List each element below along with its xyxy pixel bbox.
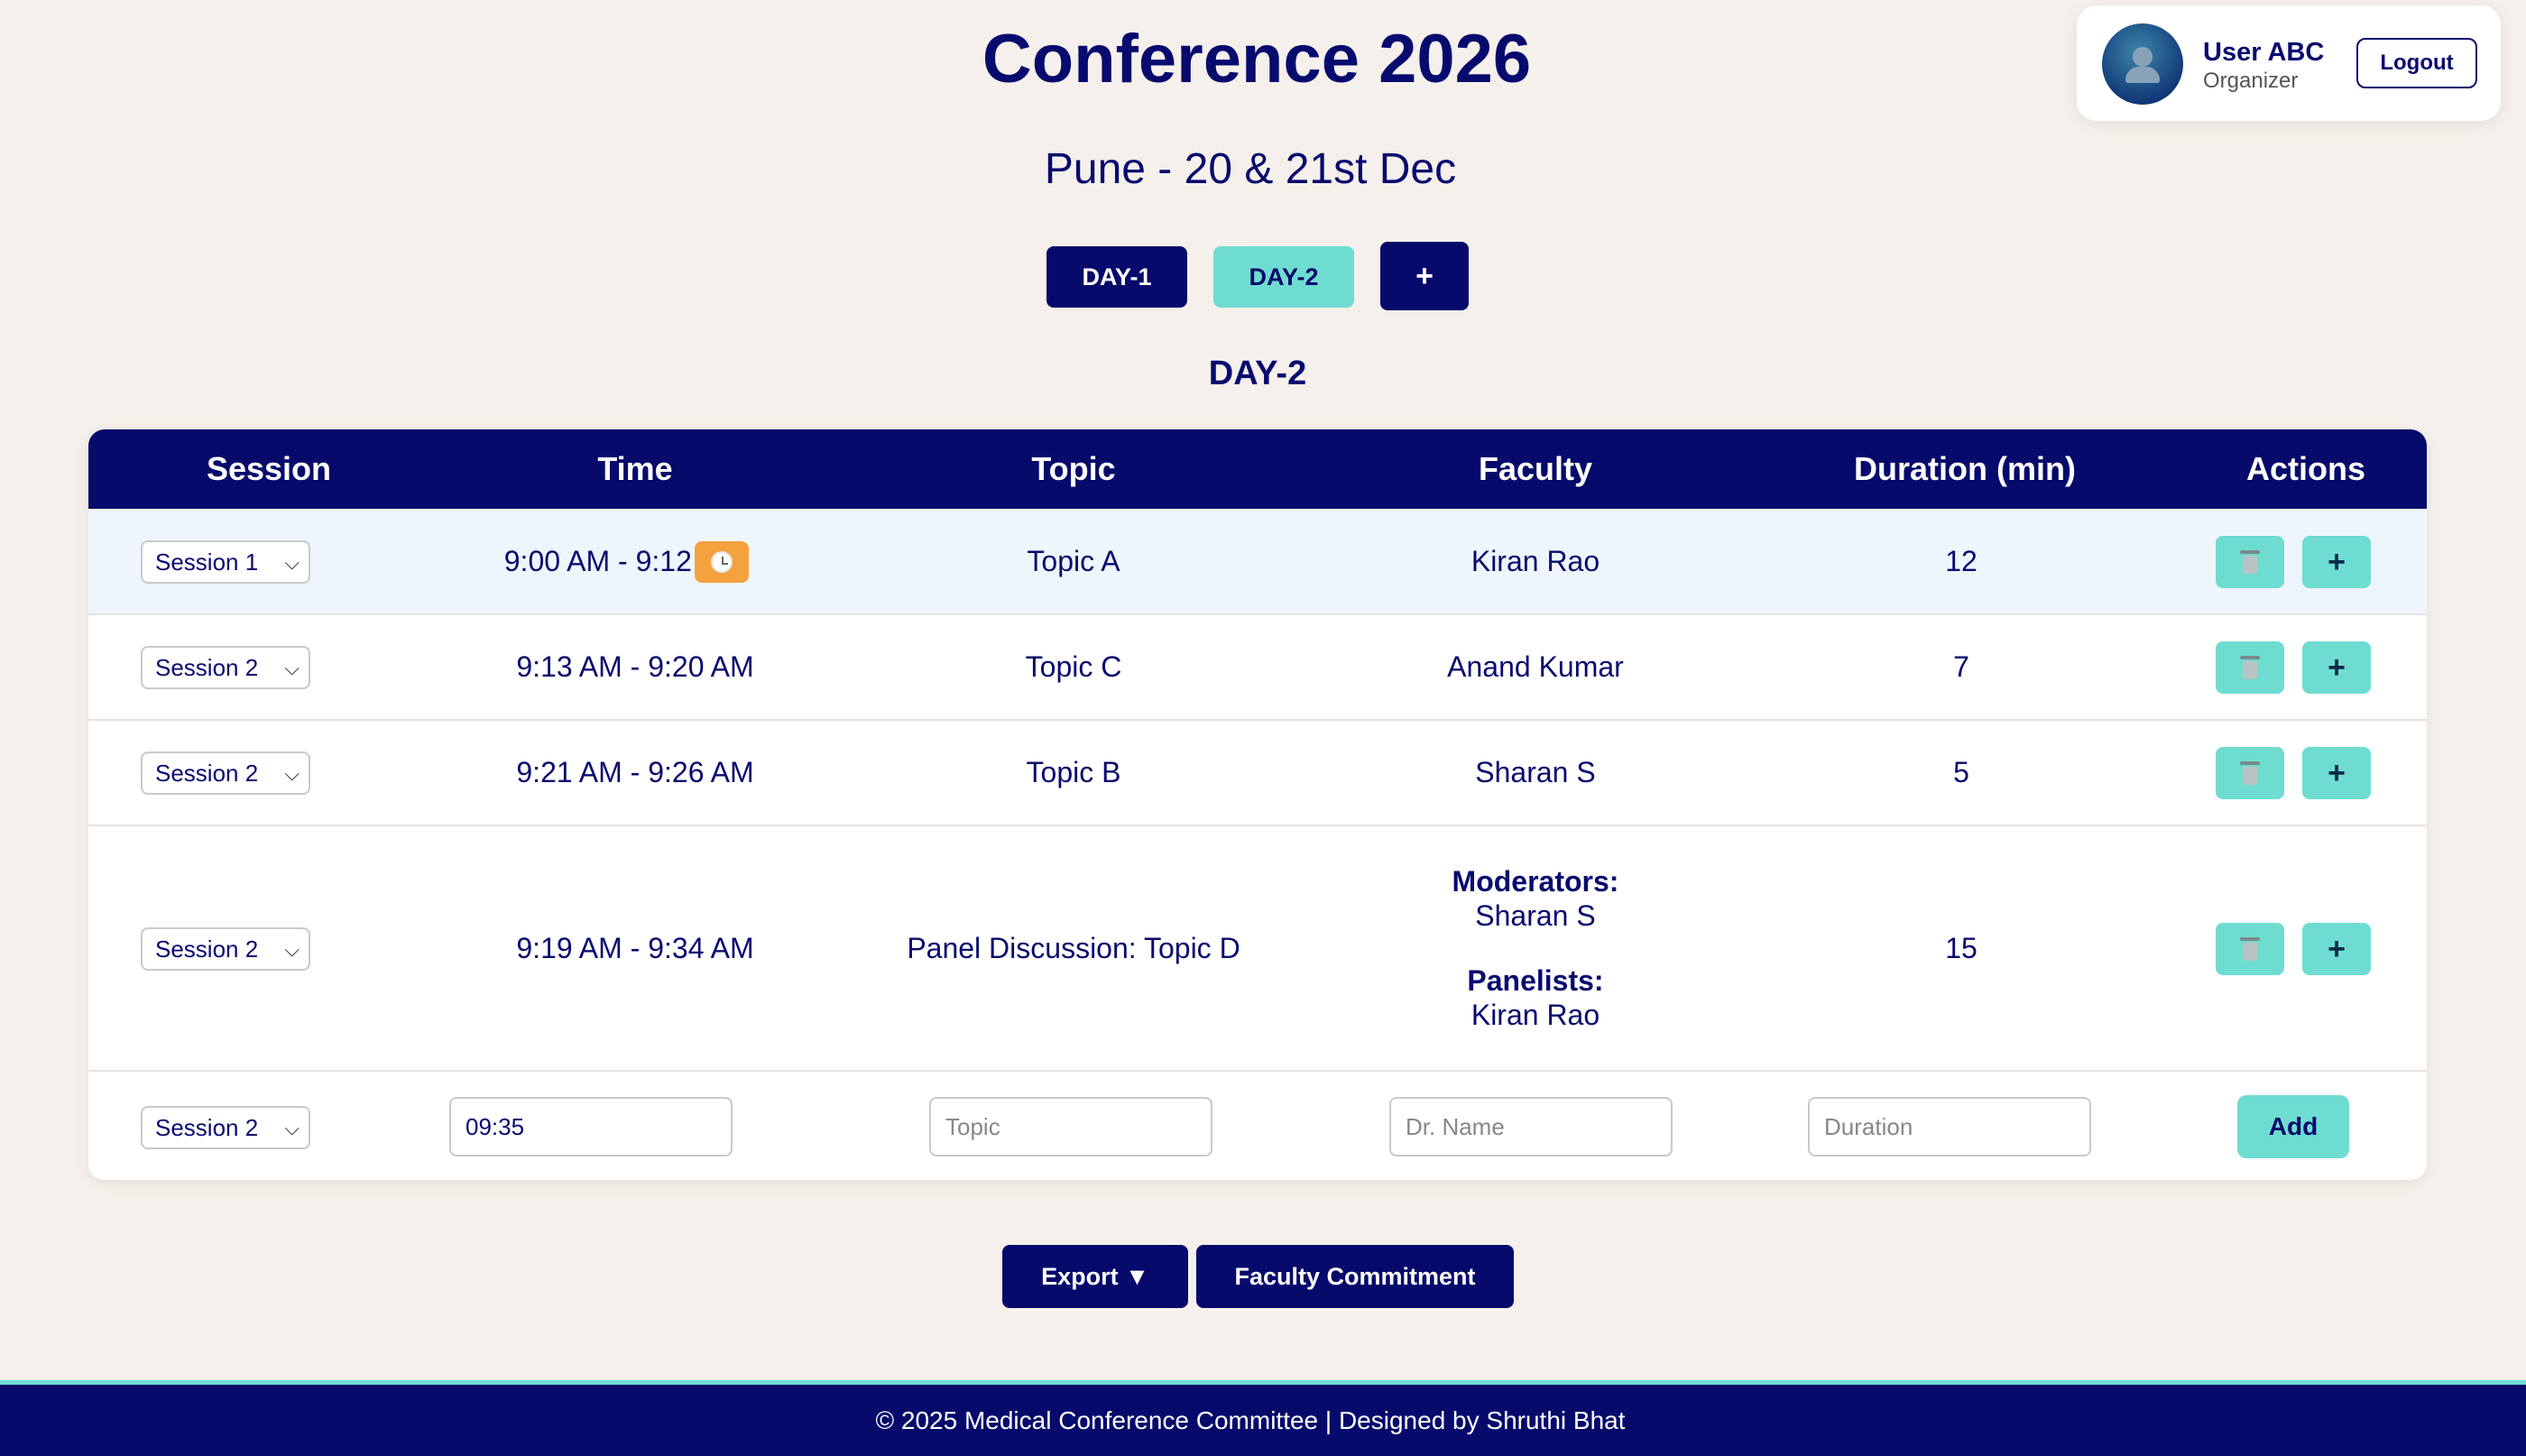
time-cell: 9:19 AM - 9:34 AM — [516, 931, 754, 964]
column-header-duration: Duration (min) — [1854, 450, 2076, 487]
table-row: Session 2 ⌵ 9:19 AM - 9:34 AM Panel Disc… — [88, 826, 2427, 1072]
logout-button[interactable]: Logout — [2356, 38, 2477, 88]
session-select[interactable]: Session 2 ⌵ — [141, 751, 310, 795]
session-select-value: Session 1 — [155, 548, 259, 576]
session-select-value: Session 2 — [155, 1113, 259, 1141]
column-header-faculty: Faculty — [1478, 450, 1593, 487]
chevron-down-icon: ⌵ — [284, 551, 300, 574]
chevron-down-icon: ⌵ — [284, 1117, 300, 1139]
add-day-button[interactable]: + — [1380, 242, 1469, 310]
faculty-cell: Sharan S — [1475, 756, 1596, 788]
duration-cell: 7 — [1953, 650, 1969, 683]
session-select[interactable]: Session 2 ⌵ — [141, 1106, 310, 1149]
time-cell: 9:13 AM - 9:20 AM — [516, 650, 754, 683]
delete-button[interactable] — [2216, 536, 2284, 588]
duration-input[interactable] — [1808, 1097, 2091, 1157]
time-input[interactable] — [449, 1097, 733, 1157]
faculty-cell: Moderators: Sharan S Panelists: Kiran Ra… — [1326, 826, 1745, 1070]
column-header-actions: Actions — [2245, 450, 2365, 487]
tab-day-2[interactable]: DAY-2 — [1213, 246, 1354, 308]
faculty-cell: Anand Kumar — [1447, 650, 1624, 683]
faculty-input[interactable] — [1389, 1097, 1673, 1157]
insert-row-button[interactable]: + — [2302, 536, 2371, 588]
insert-row-button[interactable]: + — [2302, 923, 2371, 975]
page-subtitle: Pune - 20 & 21st Dec — [1044, 145, 1457, 193]
session-select-value: Session 2 — [155, 759, 259, 787]
table-row: Session 2 ⌵ 9:21 AM - 9:26 AM Topic B Sh… — [88, 721, 2427, 826]
moderators-label: Moderators: — [1452, 865, 1619, 898]
trash-icon — [2240, 761, 2260, 785]
avatar — [2102, 23, 2183, 105]
session-select-value: Session 2 — [155, 935, 259, 963]
clock-button[interactable] — [695, 541, 749, 583]
duration-cell: 15 — [1945, 931, 1977, 964]
faculty-commitment-button[interactable]: Faculty Commitment — [1196, 1245, 1514, 1308]
delete-button[interactable] — [2216, 747, 2284, 799]
tab-day-1[interactable]: DAY-1 — [1046, 246, 1187, 308]
insert-row-button[interactable]: + — [2302, 641, 2371, 694]
schedule-table: Session Time Topic Faculty Duration (min… — [88, 429, 2427, 1180]
trash-icon — [2240, 656, 2260, 679]
session-select[interactable]: Session 1 ⌵ — [141, 540, 310, 584]
panelists-label: Panelists: — [1467, 964, 1604, 997]
duration-cell: 12 — [1945, 544, 1977, 577]
topic-cell: Topic B — [1026, 756, 1121, 788]
clock-icon — [711, 551, 733, 573]
delete-button[interactable] — [2216, 923, 2284, 975]
delete-button[interactable] — [2216, 641, 2284, 694]
add-entry-row: Session 2 ⌵ Add — [88, 1072, 2427, 1180]
add-entry-button[interactable]: Add — [2237, 1095, 2349, 1158]
topic-input[interactable] — [929, 1097, 1212, 1157]
column-header-session: Session — [206, 450, 332, 487]
day-heading: DAY-2 — [1208, 355, 1307, 392]
table-header: Session Time Topic Faculty Duration (min… — [88, 429, 2427, 509]
column-header-topic: Topic — [1031, 450, 1116, 487]
moderators-value: Sharan S — [1475, 899, 1596, 932]
user-role: Organizer — [2203, 69, 2299, 93]
faculty-cell: Kiran Rao — [1470, 544, 1600, 577]
table-row: Session 1 ⌵ 9:00 AM - 9:12 AM Topic A Ki… — [88, 509, 2427, 615]
topic-cell: Topic A — [1027, 544, 1120, 577]
insert-row-button[interactable]: + — [2302, 747, 2371, 799]
topic-cell: Panel Discussion: Topic D — [907, 931, 1240, 964]
time-cell: 9:21 AM - 9:26 AM — [516, 756, 754, 788]
user-name: User ABC — [2203, 38, 2325, 67]
column-header-time: Time — [597, 450, 673, 487]
chevron-down-icon: ⌵ — [284, 938, 300, 961]
duration-cell: 5 — [1953, 756, 1969, 788]
session-select[interactable]: Session 2 ⌵ — [141, 646, 310, 689]
topic-cell: Topic C — [1025, 650, 1122, 683]
table-row: Session 2 ⌵ 9:13 AM - 9:20 AM Topic C An… — [88, 615, 2427, 721]
export-button[interactable]: Export ▼ — [1002, 1245, 1188, 1308]
chevron-down-icon: ⌵ — [284, 762, 300, 785]
session-select-value: Session 2 — [155, 653, 259, 681]
trash-icon — [2240, 550, 2260, 574]
footer: © 2025 Medical Conference Committee | De… — [0, 1380, 2526, 1456]
chevron-down-icon: ⌵ — [284, 657, 300, 679]
trash-icon — [2240, 937, 2260, 961]
user-card: User ABC Organizer Logout — [2077, 5, 2501, 121]
session-select[interactable]: Session 2 ⌵ — [141, 927, 310, 971]
panelists-value: Kiran Rao — [1470, 999, 1600, 1031]
